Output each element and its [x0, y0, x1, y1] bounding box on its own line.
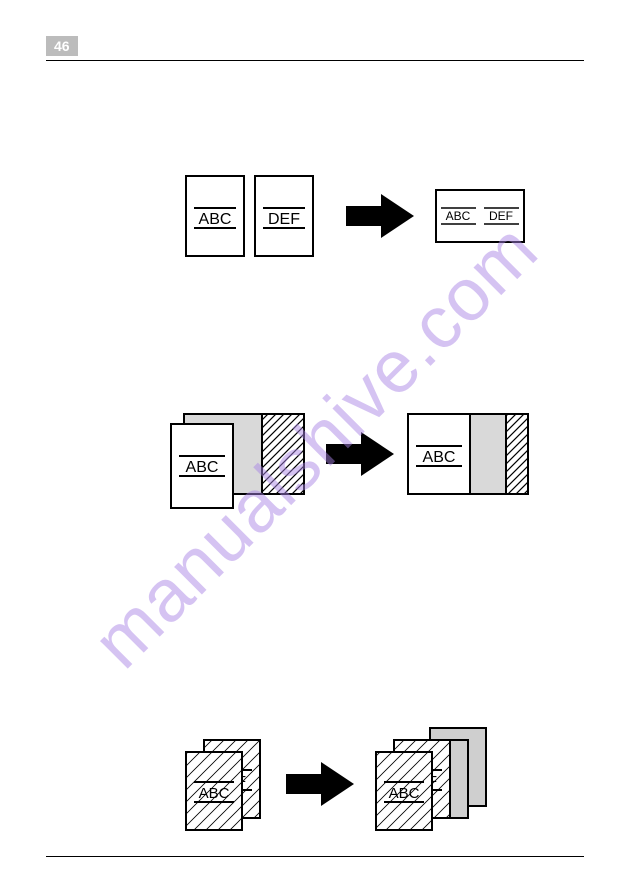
row3-left: DEF ABC	[186, 740, 260, 830]
header-rule	[46, 60, 584, 61]
diagram-row-2: ABC ABC	[46, 396, 586, 536]
row1-left-sheet-b: DEF	[255, 176, 313, 256]
row2-left-text: ABC	[186, 459, 219, 476]
row3-left-a-text: ABC	[199, 785, 230, 802]
row1-left-a-text: ABC	[199, 211, 232, 228]
page-number: 46	[46, 36, 78, 56]
arrow-icon	[286, 762, 354, 806]
row1-left-b-text: DEF	[268, 211, 300, 228]
row2-left: ABC	[171, 414, 304, 508]
arrow-icon	[326, 432, 394, 476]
row2-right-text: ABC	[423, 449, 456, 466]
page: 46 manualshive.com ABC DEF	[46, 36, 584, 857]
row3-right: DEF ABC	[376, 728, 486, 830]
row3-right-a-text: ABC	[389, 785, 420, 802]
footer-rule	[46, 856, 584, 857]
row1-right-a-text: ABC	[446, 209, 471, 223]
row2-right: ABC	[408, 414, 528, 494]
header: 46	[46, 36, 584, 62]
content: ABC DEF ABC DEF	[46, 86, 584, 845]
diagram-row-1: ABC DEF ABC DEF	[46, 166, 586, 286]
row1-left-sheet-a: ABC	[186, 176, 244, 256]
row1-right-sheet: ABC DEF	[436, 190, 524, 242]
diagram-row-3: DEF ABC DEF	[46, 726, 586, 866]
row1-right-b-text: DEF	[489, 209, 513, 223]
arrow-icon	[346, 194, 414, 238]
